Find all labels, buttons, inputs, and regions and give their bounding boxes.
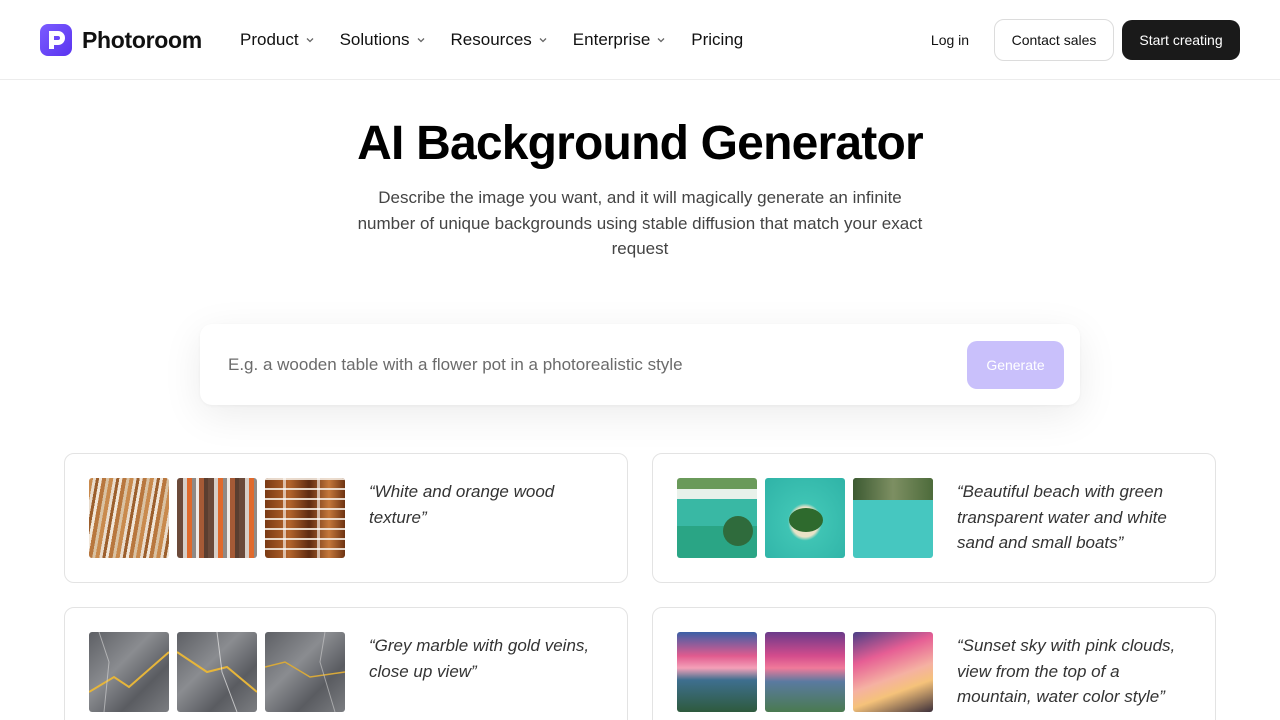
nav-item-label: Resources	[450, 30, 532, 49]
nav-item-label: Pricing	[691, 30, 744, 49]
beach-image	[853, 478, 933, 558]
main-nav: Product Solutions Resources Enterprise P…	[240, 28, 767, 52]
nav-item-enterprise[interactable]: Enterprise	[573, 30, 667, 50]
sunset-image	[853, 632, 933, 712]
chevron-down-icon	[306, 38, 314, 43]
nav-item-solutions[interactable]: Solutions	[340, 30, 427, 50]
nav-item-label: Solutions	[339, 30, 410, 49]
prompt-box: Generate	[200, 324, 1080, 405]
page-title: AI Background Generator	[357, 117, 924, 170]
marble-image	[265, 632, 345, 712]
marble-image	[89, 632, 169, 712]
thumbnail-row	[677, 632, 933, 712]
example-card-marble[interactable]: “Grey marble with gold veins, close up v…	[64, 607, 628, 720]
wood-texture-image	[89, 478, 169, 558]
chevron-down-icon	[657, 38, 665, 43]
login-link[interactable]: Log in	[914, 20, 986, 60]
thumbnail-row	[677, 478, 933, 558]
example-card-beach[interactable]: “Beautiful beach with green transparent …	[652, 453, 1216, 583]
generate-button[interactable]: Generate	[967, 341, 1064, 389]
start-creating-button[interactable]: Start creating	[1122, 20, 1240, 60]
contact-sales-button[interactable]: Contact sales	[994, 19, 1114, 61]
example-prompt-text: “Beautiful beach with green transparent …	[957, 482, 1167, 552]
example-prompt-text: “Sunset sky with pink clouds, view from …	[957, 636, 1176, 706]
brand-name: Photoroom	[82, 26, 202, 53]
nav-item-label: Enterprise	[572, 30, 651, 49]
nav-item-pricing[interactable]: Pricing	[691, 30, 743, 50]
prompt-input[interactable]	[228, 352, 948, 378]
beach-image	[765, 478, 845, 558]
chevron-down-icon	[417, 38, 424, 43]
sunset-image	[677, 632, 757, 712]
wood-texture-image	[177, 478, 257, 558]
chevron-down-icon	[539, 38, 547, 43]
sunset-image	[765, 632, 845, 712]
example-card-wood[interactable]: “White and orange wood texture”	[64, 453, 628, 583]
beach-image	[677, 478, 757, 558]
photoroom-logo-icon	[40, 24, 72, 56]
nav-item-label: Product	[240, 30, 299, 49]
wood-texture-image	[265, 478, 345, 558]
page-subtitle: Describe the image you want, and it will…	[357, 188, 923, 258]
example-card-sunset[interactable]: “Sunset sky with pink clouds, view from …	[652, 607, 1216, 720]
site-header: Photoroom Product Solutions Resources En…	[0, 0, 1280, 80]
example-prompt-text: “Grey marble with gold veins, close up v…	[369, 636, 590, 681]
thumbnail-row	[89, 478, 345, 558]
brand-logo[interactable]: Photoroom	[40, 24, 202, 56]
thumbnail-row	[89, 632, 345, 712]
example-prompt-text: “White and orange wood texture”	[369, 482, 555, 527]
marble-image	[177, 632, 257, 712]
nav-item-product[interactable]: Product	[240, 30, 316, 50]
nav-item-resources[interactable]: Resources	[451, 30, 549, 50]
